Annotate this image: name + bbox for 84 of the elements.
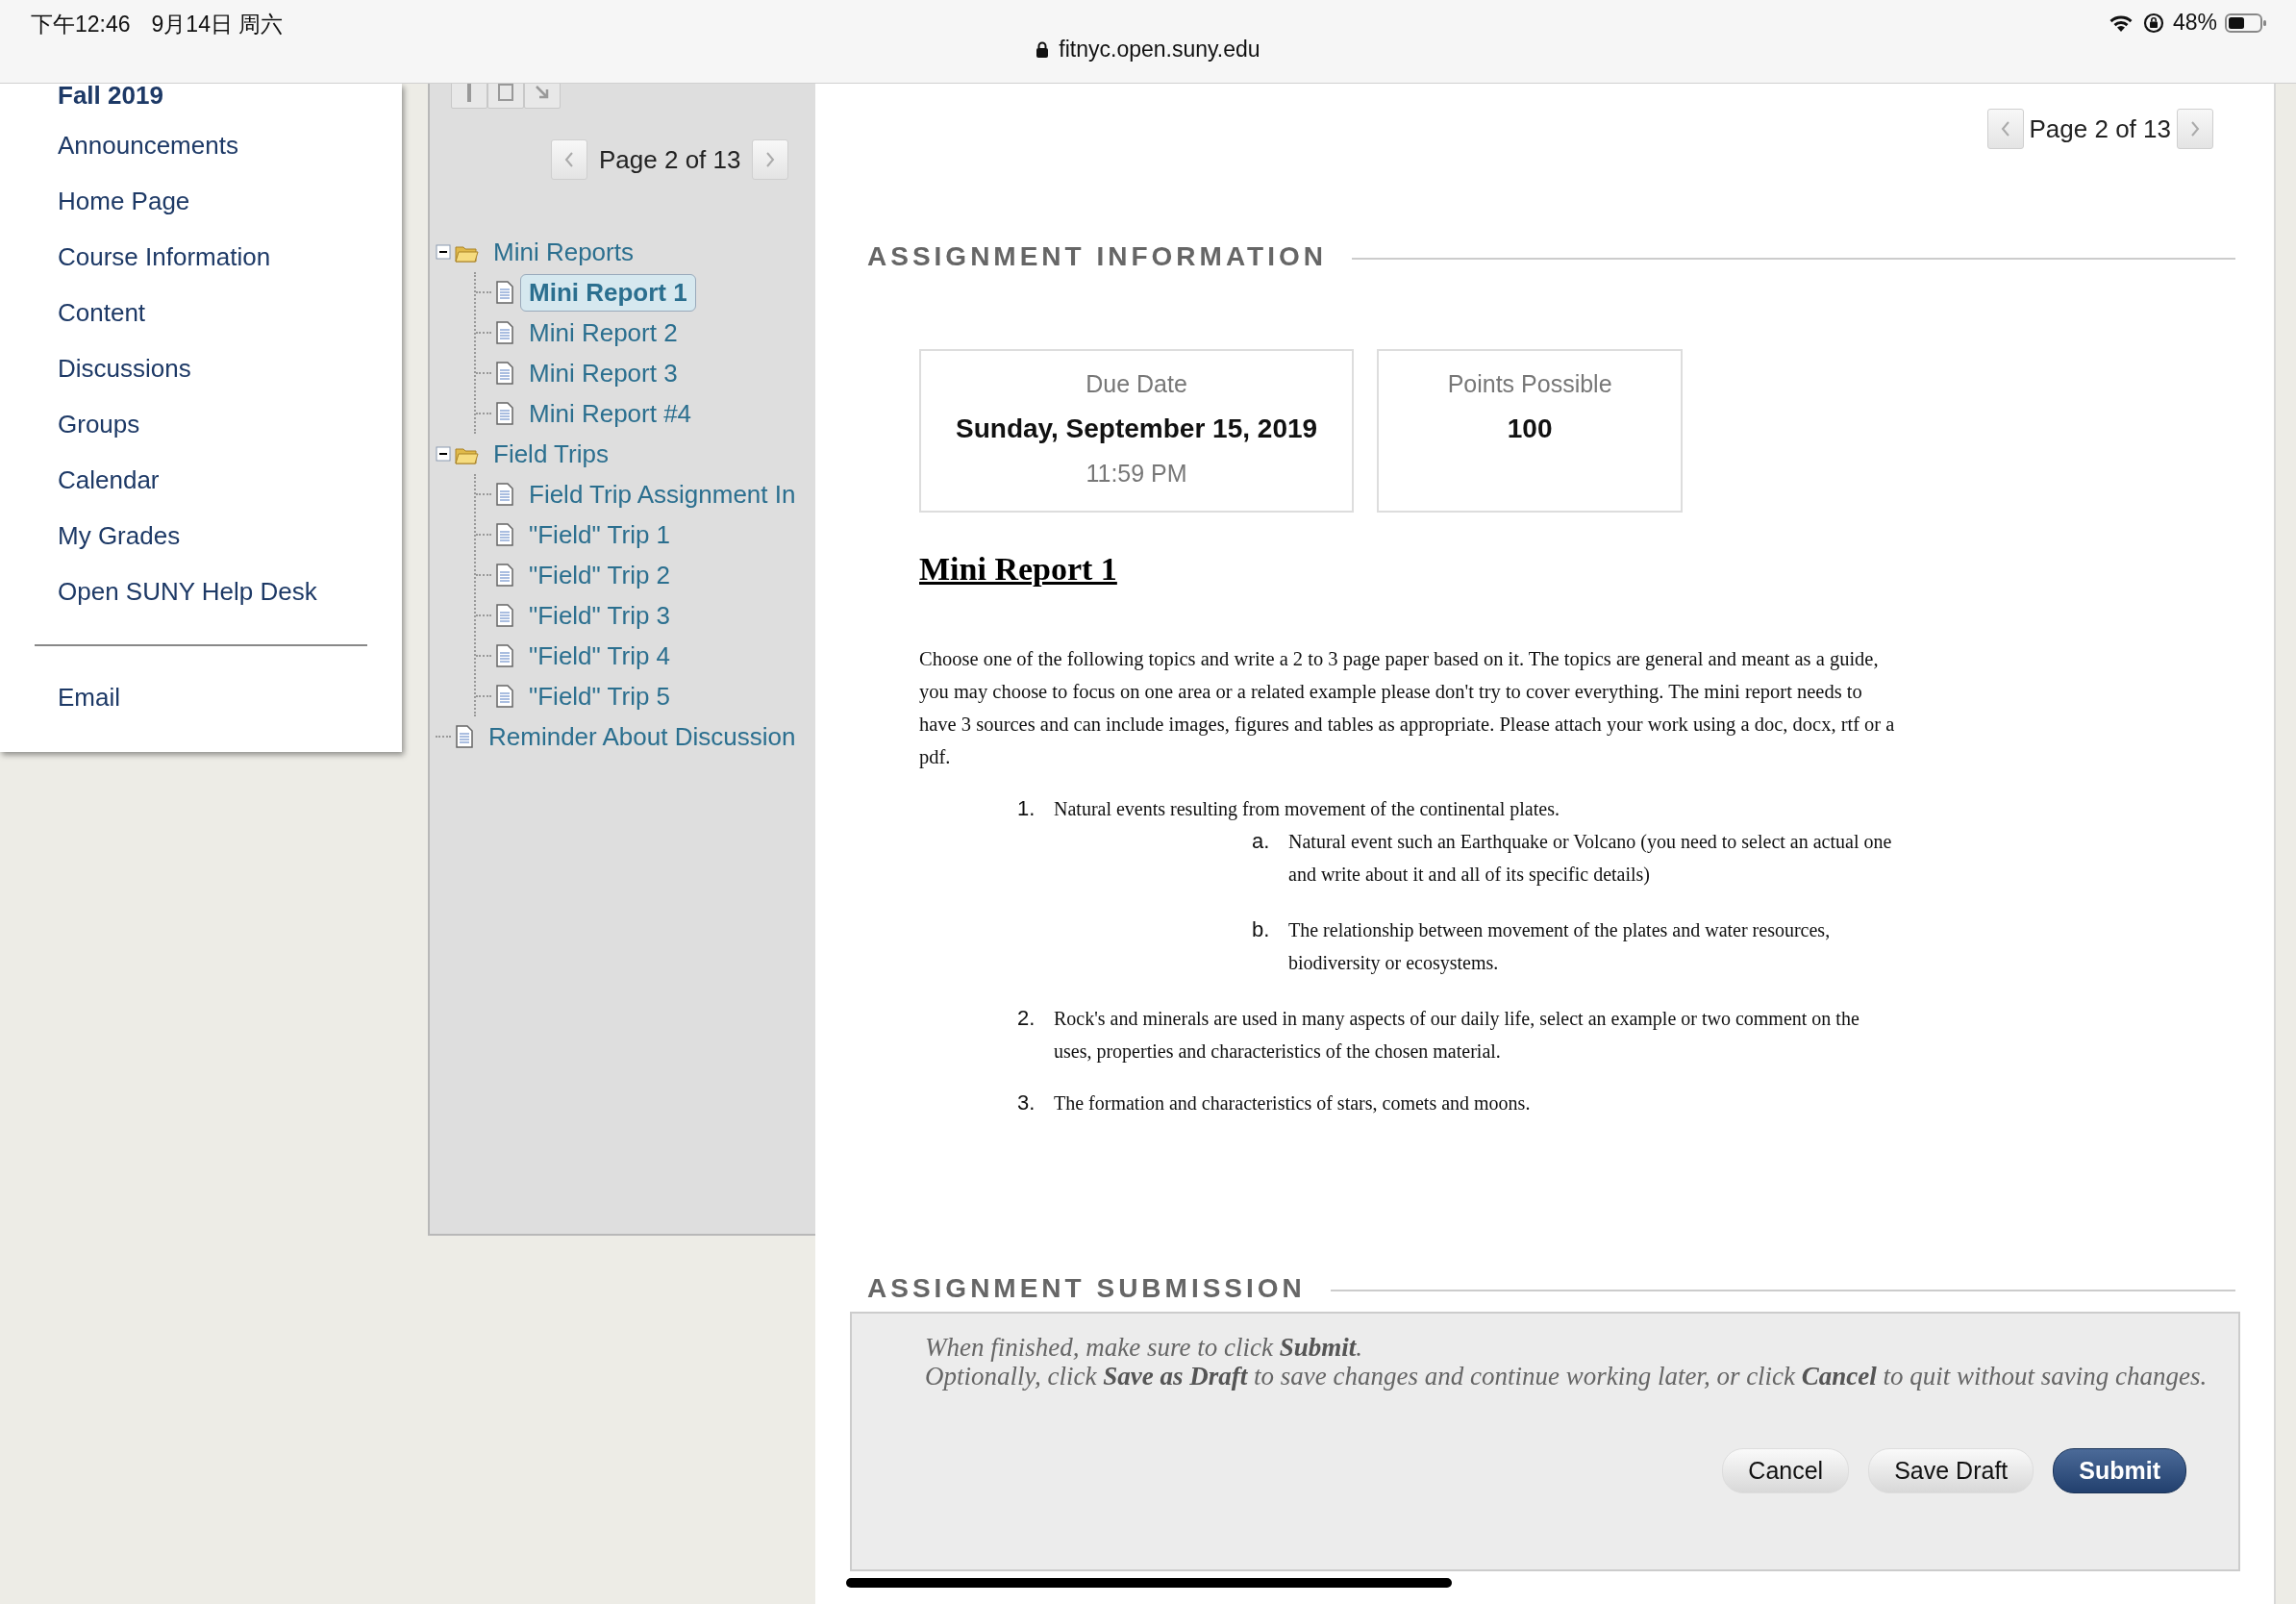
clock-time: 下午12:46: [31, 11, 131, 38]
square-icon: [498, 84, 513, 101]
chevron-left-icon: [1999, 119, 2011, 138]
topic-text: Rock's and minerals are used in many aspects of our daily life, select an example or two comment on the uses, properties and characteristics of the chosen material.: [1054, 1007, 1860, 1065]
menu-item[interactable]: Content: [58, 298, 146, 327]
document-icon: [495, 321, 514, 344]
card-label: Due Date: [1086, 370, 1187, 398]
list-marker: 1.: [1017, 795, 1036, 822]
card-detail: 11:59 PM: [1086, 460, 1187, 488]
document-icon: [495, 281, 514, 304]
action-button[interactable]: Cancel: [1722, 1448, 1850, 1493]
chevron-right-icon: [764, 150, 777, 169]
list-marker: 2.: [1017, 1005, 1036, 1032]
menu-item[interactable]: Announcements: [58, 131, 238, 160]
previous-page-button[interactable]: [551, 139, 587, 180]
document-icon: [495, 564, 514, 587]
list-marker: b.: [1252, 916, 1271, 943]
document-icon: [495, 523, 514, 546]
lock-icon: [1036, 40, 1050, 59]
subtopic-text: Natural event such an Earthquake or Volcano (you need to select an actual one and write about it and all of its specific details): [1288, 830, 1893, 888]
card-value: 100: [1507, 414, 1553, 444]
list-marker: 3.: [1017, 1090, 1036, 1116]
tree-item[interactable]: "Field" Trip 3: [520, 596, 680, 635]
arrow-icon: [536, 86, 549, 99]
document-icon: [495, 402, 514, 425]
menu-item[interactable]: Home Page: [58, 187, 190, 215]
tree-item[interactable]: "Field" Trip 4: [520, 637, 680, 675]
instruction-text: When finished, make sure to click Submit.: [925, 1333, 1363, 1362]
document-icon: [495, 362, 514, 385]
card-value: Sunday, September 15, 2019: [956, 414, 1318, 444]
instruction-text: Optionally, click Save as Draft to save changes and continue working later, or click Cancel to quit without saving changes.: [925, 1362, 2209, 1391]
menu-item[interactable]: Open SUNY Help Desk: [58, 577, 317, 606]
section-heading: ASSIGNMENT INFORMATION: [867, 241, 1327, 272]
menu-item[interactable]: Calendar: [58, 465, 160, 494]
toolbar-button[interactable]: [451, 84, 487, 109]
document-icon: [495, 604, 514, 627]
tree-item[interactable]: Mini Report 2: [520, 313, 686, 352]
document-icon: [495, 483, 514, 506]
tree-folder[interactable]: Mini Reports: [485, 233, 642, 271]
tree-folder[interactable]: Field Trips: [485, 435, 617, 473]
topic-text: Natural events resulting from movement of the continental plates.: [1054, 797, 1560, 822]
course-title: Fall 2019: [58, 81, 164, 104]
tree-item[interactable]: "Field" Trip 2: [520, 556, 680, 594]
tree-item[interactable]: "Field" Trip 1: [520, 515, 680, 554]
collapse-icon[interactable]: [436, 446, 451, 462]
collapse-icon[interactable]: [436, 244, 451, 260]
tree-item[interactable]: Reminder About Discussion: [480, 717, 805, 756]
document-icon: [495, 685, 514, 708]
toolbar-button[interactable]: [487, 84, 524, 109]
menu-item[interactable]: Groups: [58, 410, 140, 439]
page-indicator: Page 2 of 13: [599, 144, 741, 175]
previous-page-button[interactable]: [1986, 109, 2024, 149]
menu-item[interactable]: My Grades: [58, 521, 181, 550]
menu-item[interactable]: Discussions: [58, 354, 191, 383]
next-page-button[interactable]: [2177, 109, 2213, 149]
document-icon: [495, 644, 514, 667]
subtopic-text: The relationship between movement of the plates and water resources, biodiversity or ecosystems.: [1288, 918, 1832, 976]
bar-icon: [467, 84, 471, 102]
chevron-left-icon: [563, 150, 575, 169]
action-button[interactable]: Save Draft: [1868, 1448, 2034, 1493]
menu-item[interactable]: Email: [58, 683, 120, 712]
list-marker: a.: [1252, 828, 1271, 855]
tree-item[interactable]: Mini Report 1: [520, 273, 696, 312]
next-page-button[interactable]: [752, 139, 789, 180]
rotation-lock-icon: [2141, 11, 2165, 35]
topic-text: The formation and characteristics of stars, comets and moons.: [1054, 1091, 1532, 1115]
tree-item[interactable]: "Field" Trip 5: [520, 677, 680, 715]
tree-item[interactable]: Mini Report #4: [520, 394, 701, 433]
document-icon: [455, 725, 474, 748]
intro-paragraph: Choose one of the following topics and write a 2 to 3 page paper based on it. The topics are general and meant as a guide, you may choose to focus on one area or a related example please don't try to cover everything. The mini report needs to have 3 sources and can include images, figures and tables as appropriate. Please attach your work using a doc, docx, rtf or a pdf.: [919, 647, 1896, 770]
page-indicator: Page 2 of 13: [2029, 113, 2171, 144]
card-label: Points Possible: [1447, 370, 1612, 398]
menu-item[interactable]: Course Information: [58, 242, 271, 271]
url-text[interactable]: fitnyc.open.suny.edu: [1059, 37, 1260, 63]
chevron-right-icon: [2189, 119, 2201, 138]
tree-item[interactable]: Mini Report 3: [520, 354, 686, 392]
battery-icon: [2225, 12, 2267, 34]
tree-item[interactable]: Field Trip Assignment In: [520, 475, 805, 514]
battery-percent: 48%: [2172, 10, 2217, 36]
section-heading: ASSIGNMENT SUBMISSION: [867, 1273, 1306, 1304]
date-text: 9月14日 周六: [151, 11, 284, 38]
toolbar-button[interactable]: [524, 84, 561, 109]
submit-button[interactable]: Submit: [2053, 1448, 2186, 1493]
assignment-title: Mini Report 1: [919, 551, 1117, 588]
